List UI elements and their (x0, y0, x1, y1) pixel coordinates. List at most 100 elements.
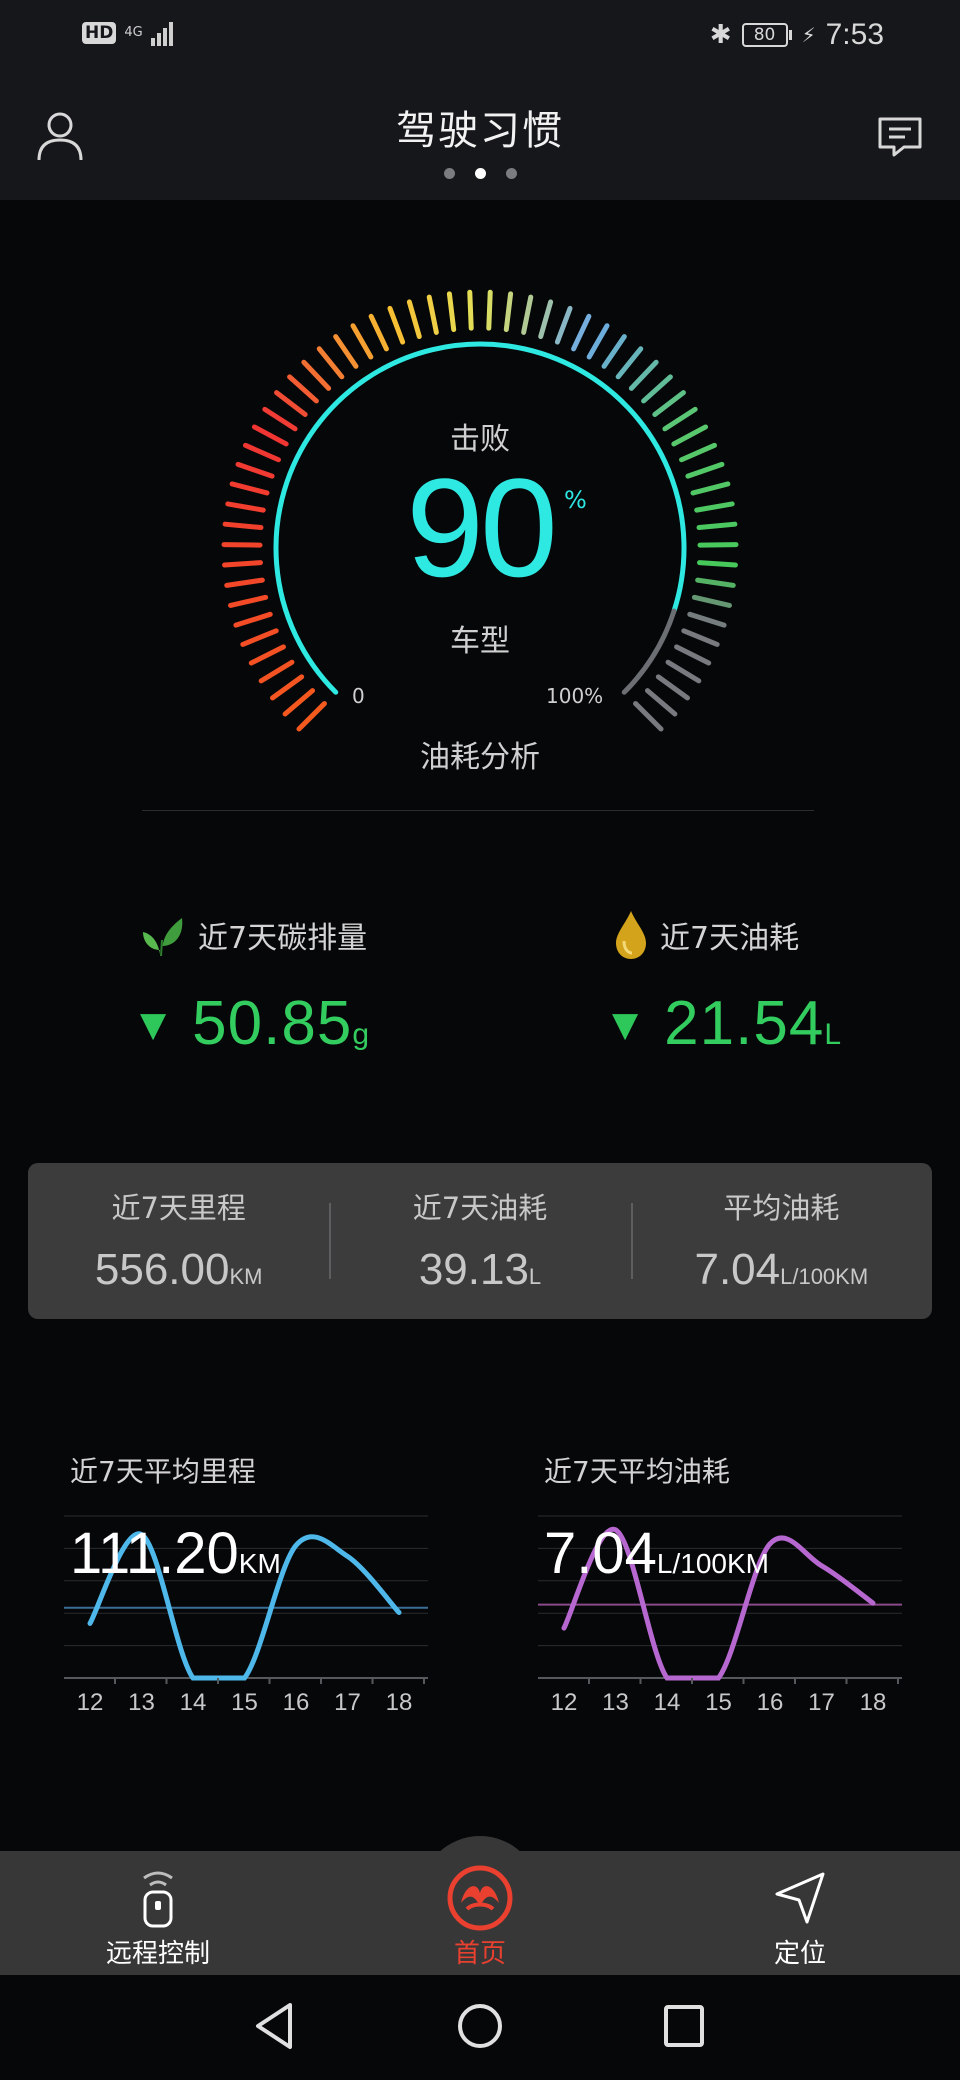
stat-mileage: 近7天里程 556.00 KM (28, 1163, 329, 1319)
gauge-tick (316, 346, 345, 380)
chart-value: 111.20 (70, 1521, 239, 1586)
stat-unit: KM (229, 1264, 263, 1289)
gauge-tick (586, 323, 610, 360)
gauge-tick (486, 289, 493, 331)
chart-unit: L/100KM (656, 1548, 769, 1579)
gauge-tick (368, 313, 389, 352)
gauge-tick (655, 674, 691, 701)
gauge-min-label: 0 (352, 684, 365, 708)
gauge-tick (641, 374, 673, 404)
x-tick-label: 17 (808, 1689, 835, 1716)
divider (142, 810, 814, 811)
x-tick-label: 15 (231, 1689, 258, 1716)
gauge-tick (387, 305, 406, 345)
clock: 7:53 (825, 18, 884, 51)
x-tick-label: 13 (602, 1689, 629, 1716)
x-tick-label: 12 (551, 1689, 578, 1716)
carbon-value: 50.85 (192, 989, 353, 1058)
bottom-nav: 远程控制 首页 定位 (0, 1851, 960, 1975)
x-tick-label: 16 (757, 1689, 784, 1716)
oil-drop-icon (616, 911, 646, 959)
fuel-value: 21.54 (664, 989, 825, 1058)
x-tick-label: 14 (654, 1689, 681, 1716)
stat-value: 39.13 (418, 1245, 529, 1294)
chart-title: 近7天平均里程 (70, 1455, 256, 1488)
gauge-tick (521, 294, 534, 335)
x-tick-label: 17 (334, 1689, 361, 1716)
gauge-tick (287, 374, 319, 404)
x-tick-label: 12 (77, 1689, 104, 1716)
score-gauge: 击败 90 % 车型 0 100% 油耗分析 (200, 270, 760, 775)
gauge-tick (274, 390, 308, 417)
carbon-label: 近7天碳排量 (198, 921, 368, 956)
page-dot (443, 168, 455, 179)
gauge-tick (571, 313, 592, 352)
x-tick-label: 18 (860, 1689, 887, 1716)
gauge-tick (406, 299, 422, 340)
gauge-tick (644, 688, 678, 717)
location-arrow-icon (775, 1872, 825, 1924)
nav-remote-control[interactable]: 远程控制 (58, 1865, 258, 1970)
home-logo-icon (447, 1865, 513, 1931)
gauge-tick (333, 334, 359, 369)
gauge-tick (426, 294, 439, 335)
x-tick-label: 13 (128, 1689, 155, 1716)
down-trend-icon: ▼ (140, 1005, 167, 1045)
page-dot-active (474, 168, 486, 179)
nav-label: 首页 (453, 1939, 506, 1969)
stat-value: 7.04 (694, 1245, 781, 1294)
carbon-summary: 近7天碳排量 ▼ 50.85 g (140, 908, 369, 1059)
gauge-value: 90 (406, 449, 558, 606)
stat-label: 平均油耗 (723, 1191, 840, 1225)
fuel-analysis-link[interactable]: 油耗分析 (200, 732, 760, 776)
battery-level: 80 (741, 23, 788, 47)
avg-mileage-chart[interactable]: 近7天平均里程 12 13 14 15 16 17 18 111.20 KM (56, 1450, 436, 1750)
carbon-unit: g (352, 1018, 369, 1051)
recents-icon[interactable] (662, 2001, 706, 2051)
gauge-tick (601, 334, 627, 369)
avg-fuel-chart[interactable]: 近7天平均油耗 12 13 14 15 16 17 18 7.04 L/100KM (530, 1450, 910, 1750)
home-circle-icon[interactable] (456, 2001, 504, 2051)
gauge-tick (282, 688, 316, 717)
fuel-unit: L (824, 1018, 841, 1051)
nav-label: 远程控制 (105, 1939, 210, 1969)
chart-value: 7.04 (544, 1521, 657, 1586)
nav-home[interactable]: 首页 (380, 1865, 580, 1970)
app-header: 驾驶习惯 (0, 72, 960, 200)
message-icon[interactable] (876, 116, 924, 158)
gauge-tick (633, 701, 664, 732)
signal-icon (150, 20, 173, 46)
gauge-tick (628, 359, 659, 391)
fuel-summary: 近7天油耗 ▼ 21.54 L (612, 908, 841, 1059)
gauge-tick (503, 291, 514, 333)
x-tick-label: 14 (180, 1689, 207, 1716)
stat-label: 近7天里程 (111, 1191, 246, 1225)
leaf-icon (143, 918, 183, 957)
page-title: 驾驶习惯 (396, 108, 564, 154)
back-icon[interactable] (252, 2001, 296, 2051)
bluetooth-icon: ✱ (709, 20, 732, 50)
gauge-tick (269, 674, 305, 701)
stat-unit: L/100KM (780, 1264, 869, 1289)
x-tick-label: 15 (705, 1689, 732, 1716)
gauge-max-label: 100% (546, 684, 604, 708)
chart-title: 近7天平均油耗 (544, 1455, 730, 1488)
gauge-tick (554, 305, 573, 345)
status-bar: HD 4G ✱ 80 ⚡ 7:53 (0, 0, 960, 72)
hd-badge: HD (82, 22, 117, 44)
nav-locate[interactable]: 定位 (700, 1865, 900, 1970)
stat-unit: L (528, 1264, 542, 1289)
gauge-tick (615, 346, 644, 380)
stat-value: 556.00 (94, 1245, 230, 1294)
x-tick-label: 18 (386, 1689, 413, 1716)
gauge-tick (665, 659, 702, 684)
charging-icon: ⚡ (801, 23, 816, 47)
gauge-tick (228, 594, 269, 608)
gauge-tick (301, 359, 332, 391)
stat-fuel: 近7天油耗 39.13 L (329, 1163, 630, 1319)
system-nav-bar (0, 1975, 960, 2080)
gauge-bottom-label: 车型 (450, 624, 510, 659)
down-trend-icon: ▼ (612, 1005, 639, 1045)
stat-label: 近7天油耗 (412, 1191, 548, 1225)
gauge-tick (296, 701, 327, 732)
